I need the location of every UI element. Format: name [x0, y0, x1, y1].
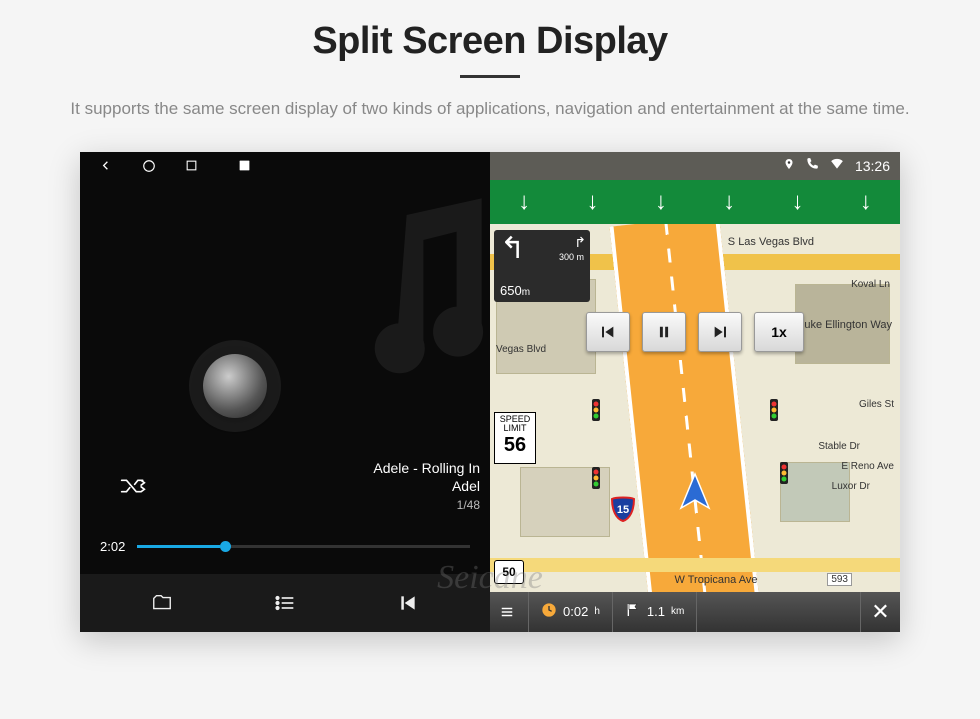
- street-label: W Tropicana Ave: [675, 574, 758, 586]
- home-icon[interactable]: [141, 158, 156, 173]
- sim-next-button[interactable]: [698, 312, 742, 352]
- progress-row: 2:02: [80, 539, 490, 554]
- lane-guidance-bar: ↓ ↓ ↓ ↓ ↓ ↓: [490, 180, 900, 224]
- folder-icon[interactable]: [149, 590, 175, 616]
- traffic-light-icon: [768, 399, 780, 429]
- speed-limit-value: 56: [495, 434, 535, 456]
- page-subtitle: It supports the same screen display of t…: [50, 96, 930, 122]
- speed-limit-sign: SPEED LIMIT 56: [494, 412, 536, 464]
- street-label: Luxor Dr: [832, 481, 870, 492]
- back-icon[interactable]: [98, 158, 113, 173]
- clock-icon: [541, 602, 557, 621]
- sim-prev-button[interactable]: [586, 312, 630, 352]
- lane-arrow-icon: ↓: [586, 188, 598, 216]
- street-label: Duke Ellington Way: [796, 319, 892, 331]
- street-label: Vegas Blvd: [496, 344, 546, 355]
- sim-speed-button[interactable]: 1x: [754, 312, 804, 352]
- device-screenshot: Adele - Rolling In Adel 1/48 2:02: [80, 152, 900, 632]
- clock-time: 13:26: [855, 158, 890, 174]
- lane-arrow-icon: ↓: [518, 188, 530, 216]
- music-bottom-bar: [80, 574, 490, 632]
- recent-icon[interactable]: [184, 158, 199, 173]
- svg-text:15: 15: [617, 504, 629, 516]
- track-info: Adele - Rolling In Adel 1/48: [373, 460, 480, 512]
- traffic-light-icon: [590, 399, 602, 429]
- interstate-shield: 15: [610, 496, 636, 522]
- eta-display: 0:02h: [529, 592, 613, 632]
- sim-playback-controls: 1x: [586, 312, 804, 352]
- previous-icon[interactable]: [395, 590, 421, 616]
- lane-arrow-icon: ↓: [655, 188, 667, 216]
- street-label: Giles St: [859, 399, 894, 410]
- traffic-light-icon: [778, 462, 790, 492]
- menu-button[interactable]: [490, 592, 529, 632]
- elapsed-time: 2:02: [100, 539, 125, 554]
- album-art-area: [80, 180, 490, 632]
- close-button[interactable]: ✕: [860, 592, 900, 632]
- page-title: Split Screen Display: [40, 20, 940, 63]
- image-icon[interactable]: [237, 158, 252, 173]
- status-bar: 13:26: [490, 152, 900, 180]
- next-turn-arrow-icon: ↱: [574, 234, 586, 251]
- title-underline: [460, 75, 520, 78]
- navigation-pane: 13:26 ↓ ↓ ↓ ↓ ↓ ↓ S Las Vegas Blvd Duke …: [490, 152, 900, 632]
- lane-arrow-icon: ↓: [791, 188, 803, 216]
- distance-display: 1.1km: [613, 592, 697, 632]
- turn-instruction-panel: ↰ 650m ↱ 300 m: [494, 230, 590, 302]
- traffic-light-icon: [590, 467, 602, 497]
- street-label: 593: [827, 573, 852, 586]
- sim-pause-button[interactable]: [642, 312, 686, 352]
- lane-arrow-icon: ↓: [723, 188, 735, 216]
- shuffle-icon[interactable]: [120, 476, 146, 502]
- street-label: S Las Vegas Blvd: [728, 236, 814, 248]
- android-navbar: [80, 152, 490, 180]
- track-title: Adele - Rolling In: [373, 460, 480, 476]
- track-artist: Adel: [373, 478, 480, 494]
- music-pane: Adele - Rolling In Adel 1/48 2:02: [80, 152, 490, 632]
- progress-bar[interactable]: [137, 545, 470, 548]
- playlist-icon[interactable]: [272, 590, 298, 616]
- joystick-control[interactable]: [203, 354, 267, 418]
- phone-icon: [805, 157, 819, 174]
- street-label: E Reno Ave: [841, 461, 894, 472]
- turn-distance: 650: [500, 283, 522, 298]
- next-turn-distance: 300: [559, 252, 574, 262]
- lane-arrow-icon: ↓: [860, 188, 872, 216]
- flag-icon: [625, 602, 641, 621]
- wifi-icon: [829, 157, 845, 174]
- nav-bottom-bar: 0:02h 1.1km ✕: [490, 592, 900, 632]
- current-position-icon: [675, 472, 715, 517]
- location-icon: [783, 157, 795, 174]
- track-counter: 1/48: [373, 498, 480, 512]
- route-shield: 50: [494, 560, 524, 584]
- street-label: Stable Dr: [818, 441, 860, 452]
- street-label: Koval Ln: [851, 279, 890, 290]
